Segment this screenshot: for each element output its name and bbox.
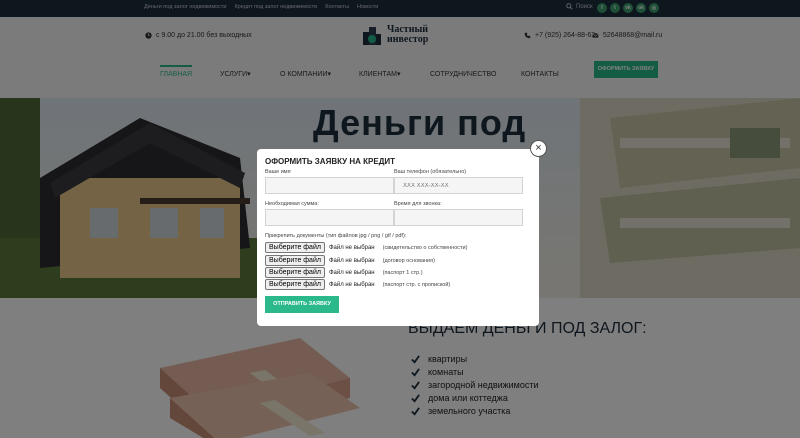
- close-icon[interactable]: ×: [531, 141, 546, 156]
- file-note: (паспорт 1 стр.): [382, 269, 423, 276]
- file-note: (свидетельство о собственности): [382, 244, 468, 251]
- file-upload-row: Выберите файл Файл не выбран (договор ос…: [265, 255, 435, 266]
- file-upload-row: Выберите файл Файл не выбран (паспорт ст…: [265, 279, 450, 290]
- phone-label: Ваш телефон (обязательно): [394, 169, 467, 175]
- phone-input[interactable]: [394, 177, 523, 194]
- credit-application-modal: Оформить заявку на кредит Ваше имя Ваш т…: [257, 149, 539, 326]
- choose-file-button[interactable]: Выберите файл: [265, 267, 325, 278]
- file-status: Файл не выбран: [328, 244, 375, 251]
- choose-file-button[interactable]: Выберите файл: [265, 279, 325, 290]
- file-note: (паспорт стр. с пропиской): [382, 281, 451, 288]
- file-status: Файл не выбран: [328, 257, 375, 264]
- file-status: Файл не выбран: [328, 281, 375, 288]
- name-input[interactable]: [265, 177, 394, 194]
- call-time-label: Время для звонка:: [394, 201, 442, 207]
- amount-input[interactable]: [265, 209, 394, 226]
- choose-file-button[interactable]: Выберите файл: [265, 242, 325, 253]
- name-label: Ваше имя: [265, 169, 291, 175]
- amount-label: Необходимая сумма:: [265, 201, 319, 207]
- file-note: (договор основания): [382, 257, 435, 264]
- file-upload-row: Выберите файл Файл не выбран (свидетельс…: [265, 242, 467, 253]
- file-status: Файл не выбран: [328, 269, 375, 276]
- file-upload-row: Выберите файл Файл не выбран (паспорт 1 …: [265, 267, 423, 278]
- call-time-input[interactable]: [394, 209, 523, 226]
- attach-label: Прикрепить документы (тип файлов jpg / p…: [265, 233, 407, 239]
- choose-file-button[interactable]: Выберите файл: [265, 255, 325, 266]
- submit-button[interactable]: Отправить заявку: [265, 296, 339, 313]
- modal-title: Оформить заявку на кредит: [265, 157, 396, 166]
